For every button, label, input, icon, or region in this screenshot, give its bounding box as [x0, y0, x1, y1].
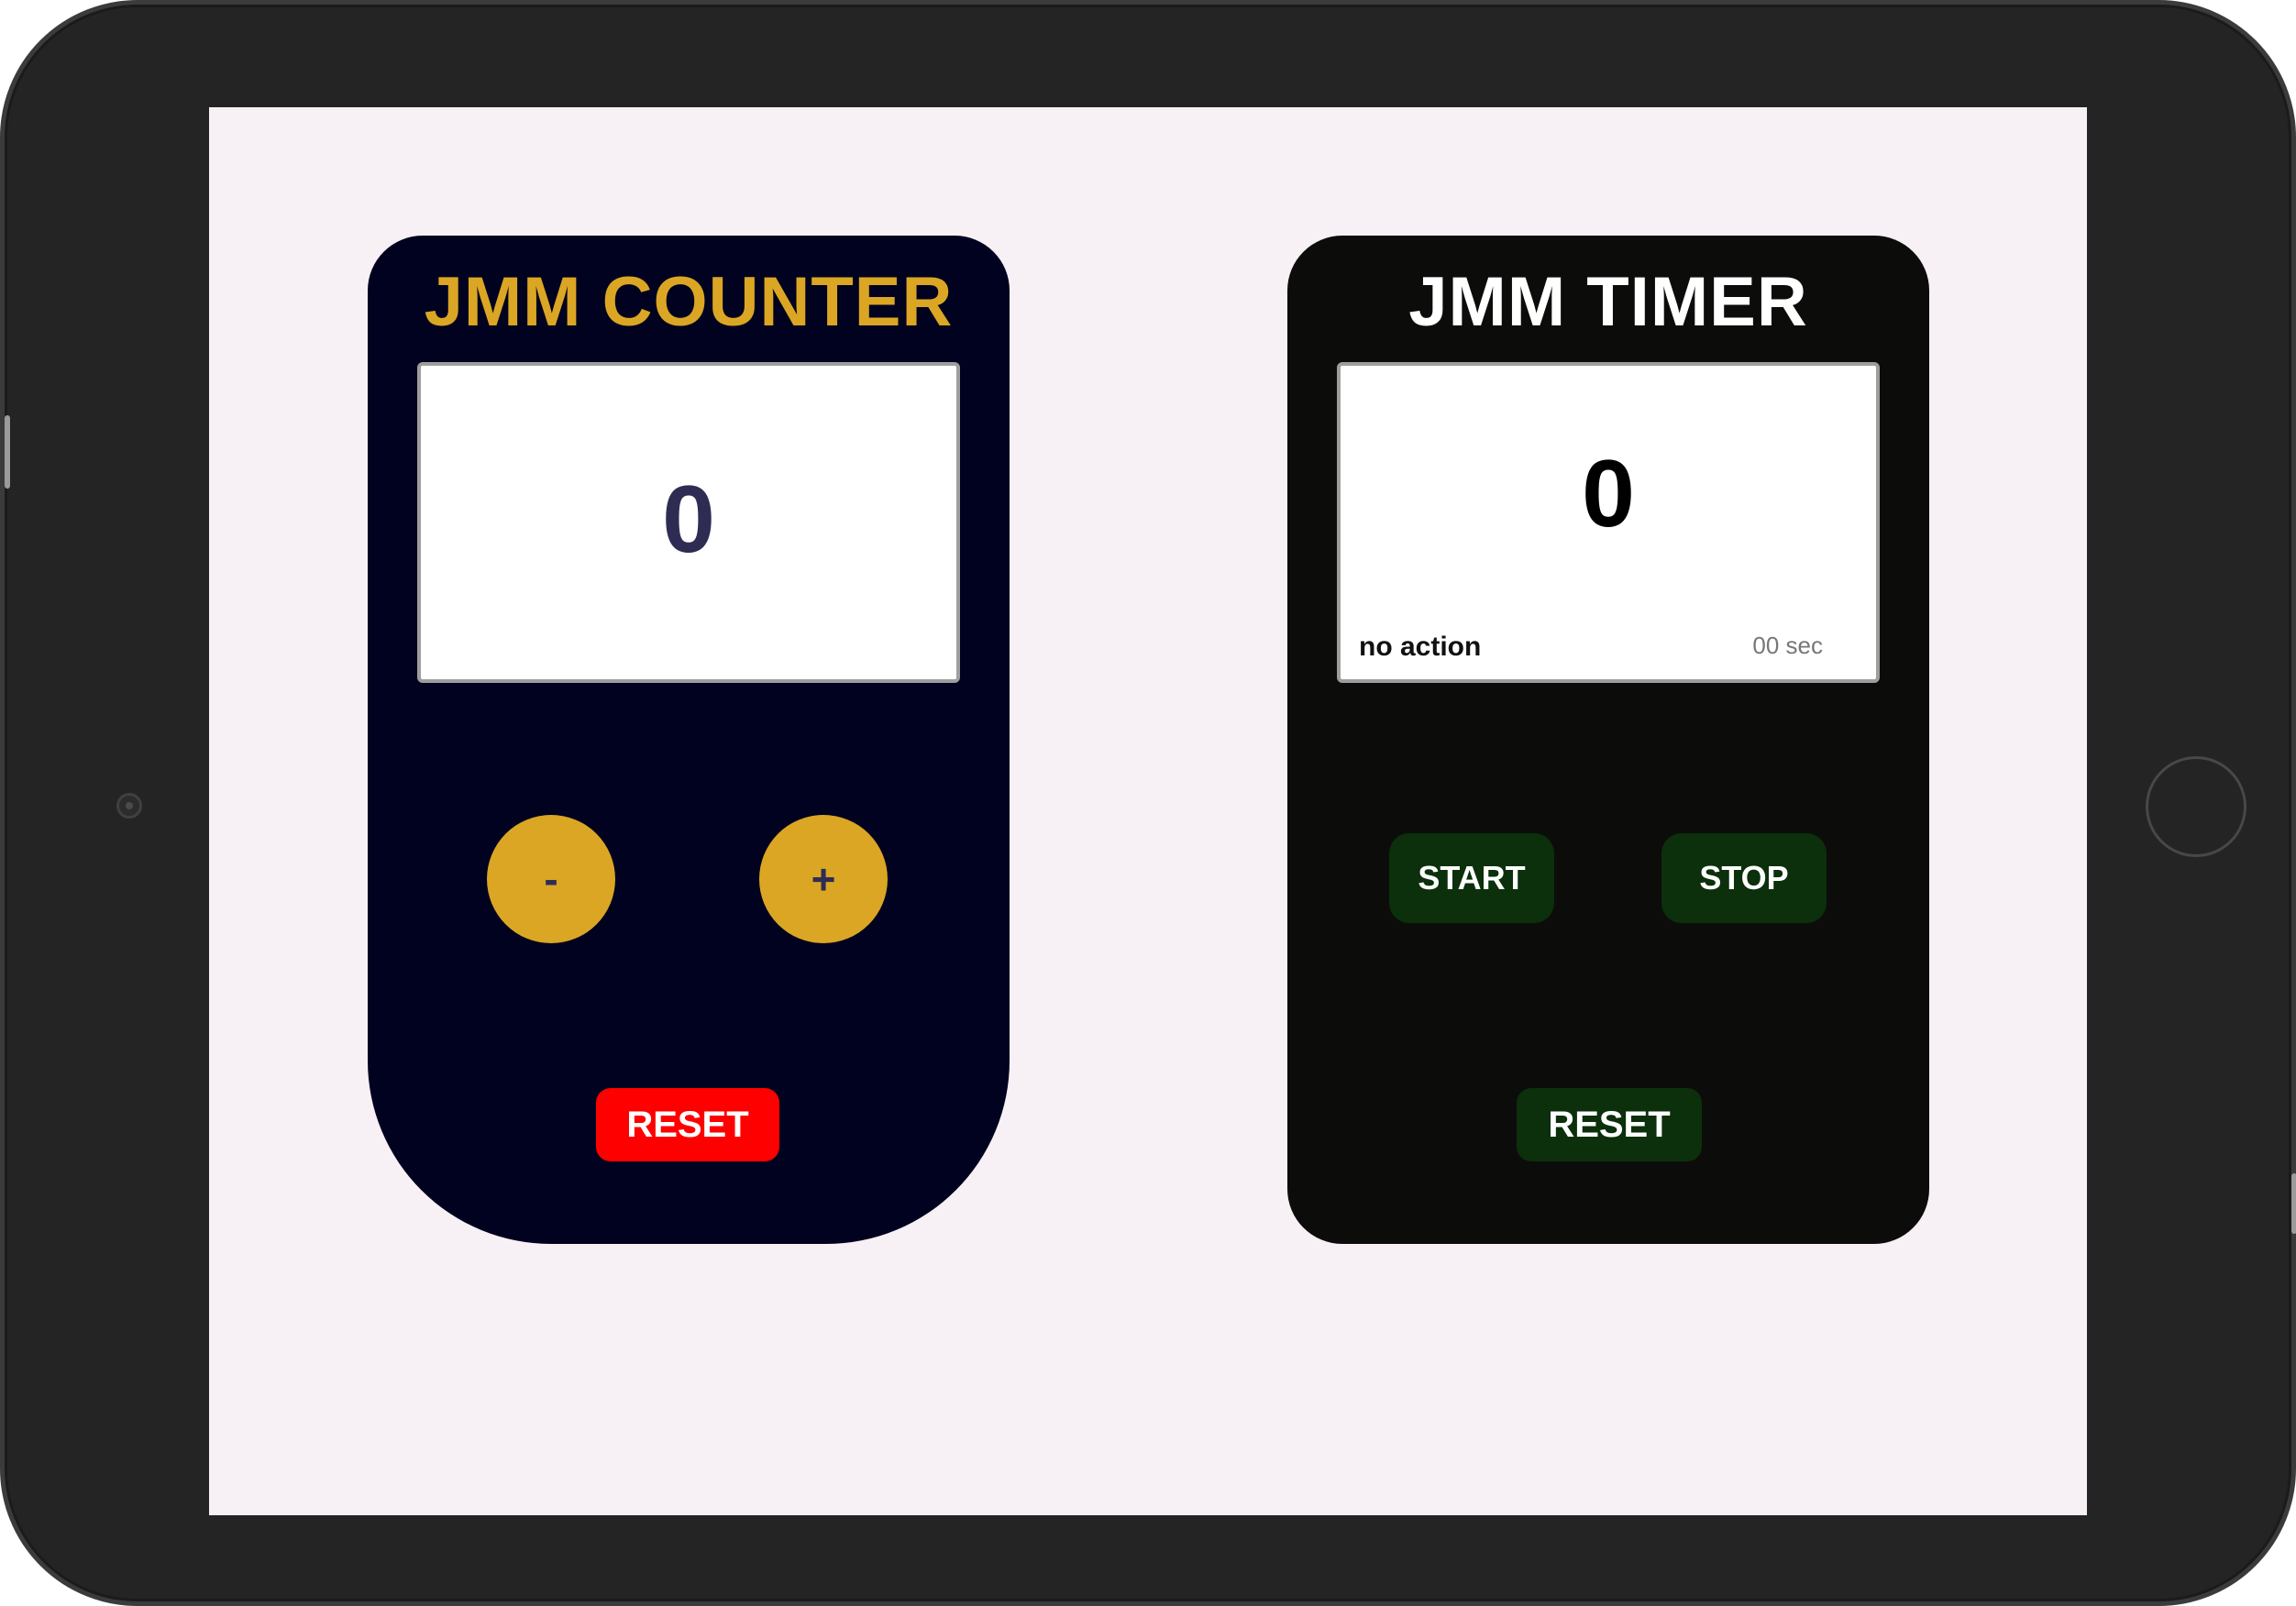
camera-icon [116, 793, 142, 819]
stop-button[interactable]: STOP [1661, 833, 1827, 923]
increment-button[interactable]: + [759, 815, 888, 943]
counter-card: JMM COUNTER 0 - + RESET [368, 236, 1010, 1244]
counter-display: 0 [417, 362, 960, 683]
counter-reset-button[interactable]: RESET [596, 1088, 779, 1161]
timer-display: 0 no action 00 sec [1337, 362, 1880, 683]
decrement-button[interactable]: - [487, 815, 615, 943]
home-button[interactable] [2146, 756, 2246, 857]
timer-card: JMM TIMER 0 no action 00 sec START STOP … [1287, 236, 1929, 1244]
timer-reset-button[interactable]: RESET [1517, 1088, 1702, 1161]
timer-title: JMM TIMER [1408, 263, 1808, 341]
counter-title: JMM COUNTER [424, 263, 954, 341]
timer-seconds: 00 sec [1752, 632, 1823, 659]
app-screen: JMM COUNTER 0 - + RESET JMM TIMER 0 no a… [209, 107, 2087, 1515]
side-button [5, 415, 10, 489]
timer-value: 0 [1582, 441, 1635, 547]
timer-status: no action [1359, 632, 1482, 662]
counter-value: 0 [662, 467, 715, 573]
tablet-frame: JMM COUNTER 0 - + RESET JMM TIMER 0 no a… [0, 0, 2296, 1606]
start-button[interactable]: START [1389, 833, 1554, 923]
side-button [2291, 1173, 2296, 1234]
